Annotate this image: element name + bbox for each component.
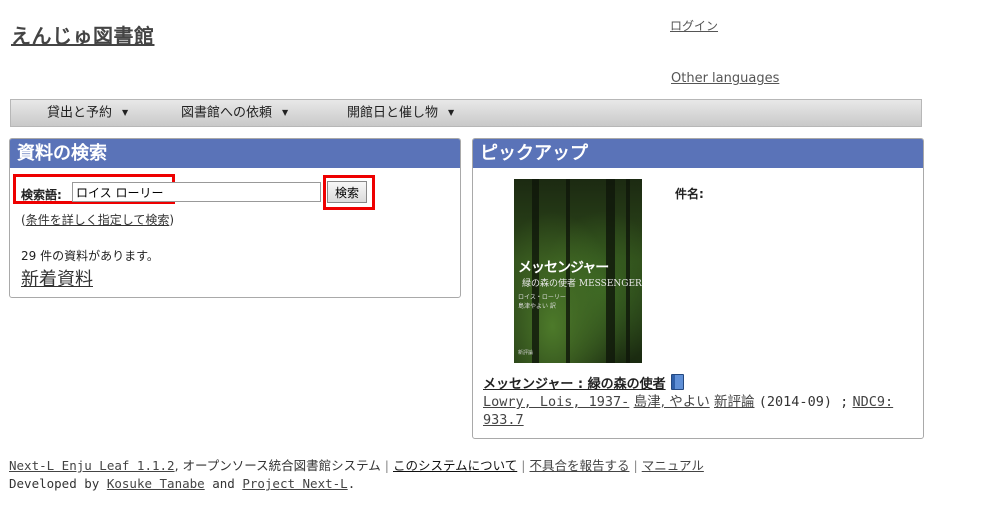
pickup-panel: ピックアップ メッセンジャー 緑の森の使者 MESSENGER ロイス・ローリー… [472, 138, 924, 439]
main-menu-bar: 貸出と予約 ▼ 図書館への依頼 ▼ 開館日と催し物 ▼ [10, 99, 922, 127]
search-panel: 資料の検索 検索語: 検索 (条件を詳しく指定して検索) 29 件の資料がありま… [9, 138, 461, 298]
footer-line-1: Next-L Enju Leaf 1.1.2, オープンソース統合図書館システム… [9, 457, 704, 475]
author-link-lowry[interactable]: Lowry, Lois, 1937- [483, 394, 629, 410]
site-title[interactable]: えんじゅ図書館 [11, 20, 155, 49]
footer: Next-L Enju Leaf 1.1.2, オープンソース統合図書館システム… [9, 457, 704, 493]
cover-title: メッセンジャー [518, 260, 609, 276]
advanced-search-link[interactable]: 条件を詳しく指定して検索 [26, 213, 170, 227]
book-icon [670, 374, 684, 390]
and-text: and [212, 476, 235, 491]
cover-translator: 島津やよい 訳 [518, 303, 556, 310]
other-languages-link[interactable]: Other languages [671, 71, 779, 86]
new-items-link[interactable]: 新着資料 [21, 265, 93, 291]
product-description: , オープンソース統合図書館システム [174, 458, 381, 473]
search-button[interactable]: 検索 [327, 181, 367, 203]
menu-label: 開館日と催し物 [347, 105, 439, 121]
menu-calendar-events[interactable]: 開館日と催し物 ▼ [347, 100, 454, 126]
menu-library-requests[interactable]: 図書館への依頼 ▼ [181, 100, 288, 126]
menu-loans-reservations[interactable]: 貸出と予約 ▼ [47, 100, 128, 126]
pickup-panel-heading: ピックアップ [473, 139, 923, 168]
footer-line-2: Developed by Kosuke Tanabe and Project N… [9, 475, 704, 493]
menu-label: 貸出と予約 [47, 105, 113, 121]
menu-label: 図書館への依頼 [181, 105, 273, 121]
advanced-search: (条件を詳しく指定して検索) [21, 211, 174, 228]
book-title-link[interactable]: メッセンジャー : 緑の森の使者 [483, 373, 684, 392]
author-link-shimazu[interactable]: 島津, やよい [634, 394, 710, 410]
publication-date: (2014-09) ; [758, 394, 849, 410]
separator: | [633, 458, 638, 473]
cover-author: ロイス・ローリー [518, 294, 566, 301]
separator: | [384, 458, 389, 473]
manual-link[interactable]: マニュアル [642, 458, 704, 473]
project-link[interactable]: Project Next-L [242, 476, 347, 491]
developed-by-label: Developed by [9, 476, 100, 491]
developer-link[interactable]: Kosuke Tanabe [107, 476, 205, 491]
book-cover-image[interactable]: メッセンジャー 緑の森の使者 MESSENGER ロイス・ローリー 島津やよい … [514, 179, 642, 363]
about-link[interactable]: このシステムについて [393, 458, 517, 473]
cover-subtitle: 緑の森の使者 MESSENGER [522, 279, 642, 289]
search-input[interactable] [72, 182, 321, 202]
cover-publisher: 新評論 [518, 350, 534, 356]
report-bug-link[interactable]: 不具合を報告する [529, 458, 629, 473]
login-link[interactable]: ログイン [670, 17, 718, 34]
period: . [347, 476, 356, 491]
book-details: Lowry, Lois, 1937- 島津, やよい 新評論 (2014-09)… [483, 393, 903, 429]
caret-down-icon: ▼ [122, 108, 129, 117]
search-label: 検索語: [21, 188, 62, 202]
result-count: 29 件の資料があります。 [21, 249, 159, 263]
product-link[interactable]: Next-L Enju Leaf 1.1.2 [9, 458, 175, 473]
paren-close: ) [169, 213, 175, 227]
separator: | [521, 458, 526, 473]
subject-label: 件名: [675, 187, 704, 201]
search-panel-heading: 資料の検索 [10, 139, 460, 168]
caret-down-icon: ▼ [448, 108, 455, 117]
cover-tree [626, 179, 630, 363]
caret-down-icon: ▼ [282, 108, 289, 117]
book-title-text: メッセンジャー : 緑の森の使者 [483, 377, 666, 392]
publisher-link[interactable]: 新評論 [714, 394, 755, 410]
